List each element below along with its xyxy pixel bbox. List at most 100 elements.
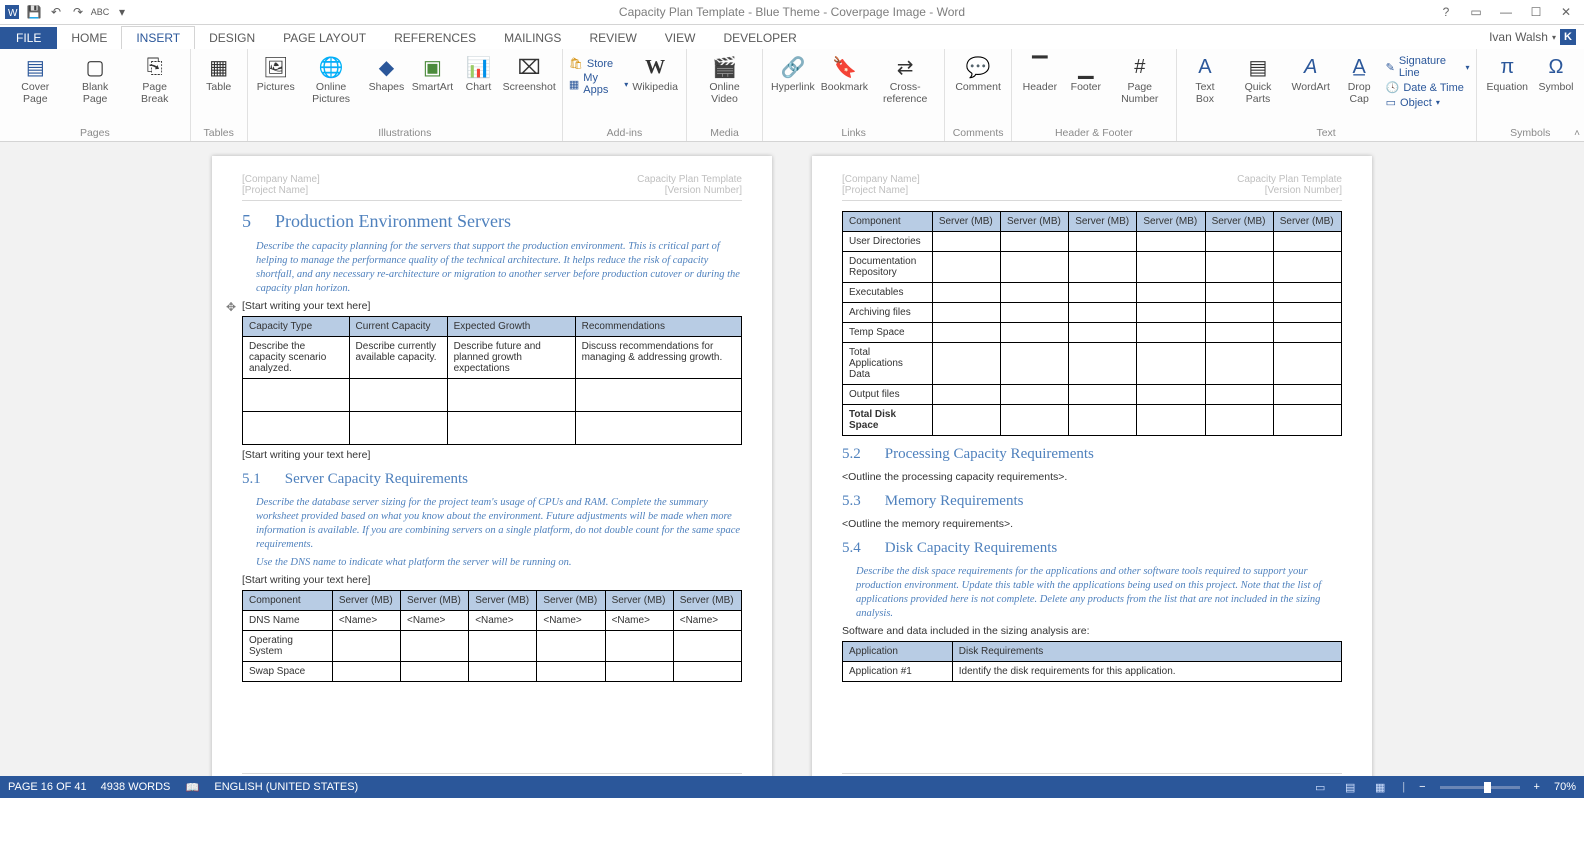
footer-button[interactable]: ▁Footer bbox=[1064, 51, 1108, 95]
hyperlink-button[interactable]: 🔗Hyperlink bbox=[769, 51, 817, 95]
zoom-level[interactable]: 70% bbox=[1554, 781, 1576, 793]
wordart-button[interactable]: AWordArt bbox=[1289, 51, 1333, 95]
smartart-button[interactable]: ▣SmartArt bbox=[410, 51, 454, 95]
date-time-button[interactable]: 🕓Date & Time bbox=[1386, 81, 1464, 94]
chart-button[interactable]: 📊Chart bbox=[456, 51, 500, 95]
vertical-scrollbar[interactable] bbox=[1568, 142, 1584, 776]
close-icon[interactable]: ✕ bbox=[1552, 3, 1580, 21]
th: Server (MB) bbox=[673, 591, 741, 611]
qat-customize-icon[interactable]: ▾ bbox=[114, 4, 130, 20]
page-header: [Company Name] [Project Name] Capacity P… bbox=[242, 174, 742, 201]
td[interactable]: Describe future and planned growth expec… bbox=[447, 337, 575, 379]
tab-review[interactable]: REVIEW bbox=[575, 27, 650, 49]
screenshot-button[interactable]: ⌧Screenshot bbox=[502, 51, 555, 95]
td[interactable]: Temp Space bbox=[843, 323, 933, 343]
my-apps-button[interactable]: ▦My Apps▾ bbox=[569, 72, 628, 96]
td[interactable]: Output files bbox=[843, 385, 933, 405]
tab-view[interactable]: VIEW bbox=[651, 27, 710, 49]
td[interactable]: Documentation Repository bbox=[843, 252, 933, 283]
read-mode-icon[interactable]: ▭ bbox=[1312, 780, 1328, 794]
header-button[interactable]: ▔Header bbox=[1018, 51, 1062, 95]
component-table-2[interactable]: Component Server (MB) Server (MB) Server… bbox=[842, 211, 1342, 436]
td[interactable]: Discuss recommendations for managing & a… bbox=[575, 337, 741, 379]
page-right[interactable]: [Company Name] [Project Name] Capacity P… bbox=[812, 156, 1372, 776]
tab-file[interactable]: FILE bbox=[0, 27, 57, 49]
zoom-out-icon[interactable]: − bbox=[1419, 781, 1425, 793]
web-layout-icon[interactable]: ▦ bbox=[1372, 780, 1388, 794]
text-box-button[interactable]: AText Box bbox=[1183, 51, 1228, 107]
table-anchor-icon[interactable]: ✥ bbox=[226, 300, 236, 314]
td[interactable]: Describe the capacity scenario analyzed. bbox=[243, 337, 350, 379]
online-pictures-button[interactable]: 🌐Online Pictures bbox=[300, 51, 363, 107]
page-break-button[interactable]: ⎘Page Break bbox=[126, 51, 184, 107]
td[interactable]: <Name> bbox=[537, 611, 605, 631]
bookmark-button[interactable]: 🔖Bookmark bbox=[819, 51, 870, 95]
equation-button[interactable]: πEquation bbox=[1483, 51, 1532, 95]
wikipedia-button[interactable]: WWikipedia bbox=[630, 51, 680, 95]
tab-insert[interactable]: INSERT bbox=[121, 26, 195, 50]
cover-page-button[interactable]: ▤Cover Page bbox=[6, 51, 65, 107]
symbol-button[interactable]: ΩSymbol bbox=[1534, 51, 1578, 95]
tab-design[interactable]: DESIGN bbox=[195, 27, 269, 49]
status-words[interactable]: 4938 WORDS bbox=[101, 781, 171, 793]
cross-reference-button[interactable]: ⇄Cross-reference bbox=[872, 51, 938, 107]
td[interactable]: <Name> bbox=[605, 611, 673, 631]
application-table[interactable]: Application Disk Requirements Applicatio… bbox=[842, 641, 1342, 682]
td[interactable]: DNS Name bbox=[243, 611, 333, 631]
ribbon-display-icon[interactable]: ▭ bbox=[1462, 3, 1490, 21]
zoom-slider[interactable] bbox=[1440, 786, 1520, 789]
redo-icon[interactable]: ↷ bbox=[70, 4, 86, 20]
pictures-button[interactable]: 🖼Pictures bbox=[254, 51, 298, 95]
td[interactable]: Application #1 bbox=[843, 662, 953, 682]
td[interactable]: Executables bbox=[843, 283, 933, 303]
collapse-ribbon-icon[interactable]: ˄ bbox=[1574, 128, 1580, 139]
td[interactable]: Archiving files bbox=[843, 303, 933, 323]
page-number-button[interactable]: #Page Number bbox=[1110, 51, 1170, 107]
td[interactable]: Describe currently available capacity. bbox=[349, 337, 447, 379]
spellcheck-icon[interactable]: ABC bbox=[92, 4, 108, 20]
table-button[interactable]: ▦Table bbox=[197, 51, 241, 95]
drop-cap-button[interactable]: A̲Drop Cap bbox=[1335, 51, 1384, 107]
online-video-button[interactable]: 🎬Online Video bbox=[693, 51, 756, 107]
td[interactable]: <Name> bbox=[673, 611, 741, 631]
comment-button[interactable]: 💬Comment bbox=[951, 51, 1005, 95]
capacity-table[interactable]: Capacity Type Current Capacity Expected … bbox=[242, 316, 742, 445]
td[interactable]: Swap Space bbox=[243, 662, 333, 682]
td[interactable]: Total Disk Space bbox=[843, 405, 933, 436]
signature-line-button[interactable]: ✎Signature Line▾ bbox=[1386, 55, 1470, 79]
status-language[interactable]: ENGLISH (UNITED STATES) bbox=[214, 781, 358, 793]
td[interactable]: <Name> bbox=[332, 611, 400, 631]
store-button[interactable]: 🛍Store bbox=[569, 57, 613, 70]
quick-parts-button[interactable]: ▤Quick Parts bbox=[1229, 51, 1286, 107]
shapes-button[interactable]: ◆Shapes bbox=[364, 51, 408, 95]
user-account[interactable]: Ivan Walsh ▾ K bbox=[1481, 25, 1584, 49]
zoom-in-icon[interactable]: + bbox=[1534, 781, 1540, 793]
td[interactable]: Identify the disk requirements for this … bbox=[952, 662, 1341, 682]
td[interactable]: Operating System bbox=[243, 631, 333, 662]
th: Server (MB) bbox=[932, 212, 1000, 232]
td[interactable]: Total Applications Data bbox=[843, 343, 933, 385]
object-button[interactable]: ▭Object▾ bbox=[1386, 96, 1440, 109]
word-app-icon[interactable]: W bbox=[4, 4, 20, 20]
proofing-icon[interactable]: 📖 bbox=[184, 780, 200, 794]
page-left[interactable]: [Company Name] [Project Name] Capacity P… bbox=[212, 156, 772, 776]
maximize-icon[interactable]: ☐ bbox=[1522, 3, 1550, 21]
undo-icon[interactable]: ↶ bbox=[48, 4, 64, 20]
component-table[interactable]: Component Server (MB) Server (MB) Server… bbox=[242, 590, 742, 682]
status-page[interactable]: PAGE 16 OF 41 bbox=[8, 781, 87, 793]
td[interactable]: User Directories bbox=[843, 232, 933, 252]
print-layout-icon[interactable]: ▤ bbox=[1342, 780, 1358, 794]
save-icon[interactable]: 💾 bbox=[26, 4, 42, 20]
tab-mailings[interactable]: MAILINGS bbox=[490, 27, 575, 49]
help-icon[interactable]: ? bbox=[1432, 3, 1460, 21]
minimize-icon[interactable]: — bbox=[1492, 3, 1520, 21]
th: Server (MB) bbox=[1137, 212, 1205, 232]
tab-page-layout[interactable]: PAGE LAYOUT bbox=[269, 27, 380, 49]
blank-page-button[interactable]: ▢Blank Page bbox=[67, 51, 124, 107]
tab-developer[interactable]: DEVELOPER bbox=[709, 27, 810, 49]
tab-references[interactable]: REFERENCES bbox=[380, 27, 490, 49]
td[interactable]: <Name> bbox=[401, 611, 469, 631]
tab-home[interactable]: HOME bbox=[57, 27, 121, 49]
td[interactable]: <Name> bbox=[469, 611, 537, 631]
document-area[interactable]: [Company Name] [Project Name] Capacity P… bbox=[0, 142, 1584, 776]
